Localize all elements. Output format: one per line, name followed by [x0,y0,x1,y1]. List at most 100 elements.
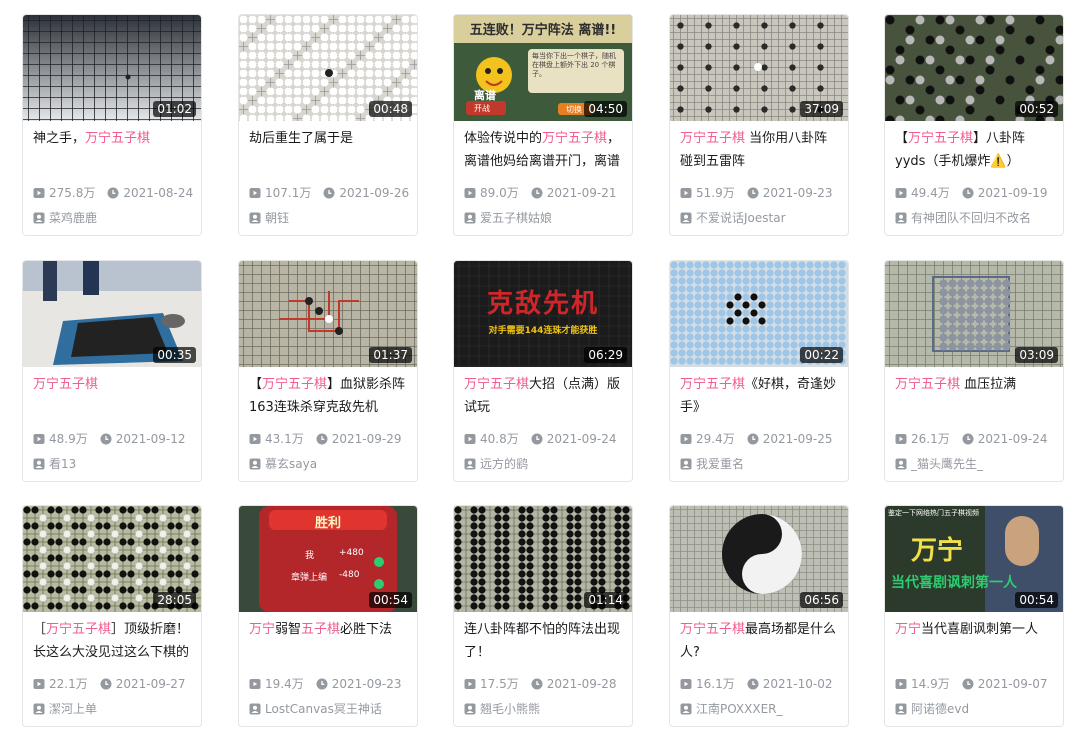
duration-badge: 00:48 [369,101,412,117]
uploader-icon [680,703,696,715]
play-count: 14.9万 [911,677,950,691]
video-title[interactable]: 万宁五子棋 血压拉满 [895,373,1055,419]
upload-date: 2021-09-26 [339,185,410,200]
uploader-name[interactable]: 我爱重名 [696,455,744,472]
uploader-name[interactable]: 潔河上单 [49,700,97,717]
video-title[interactable]: 神之手，万宁五子棋 [33,127,193,173]
video-thumbnail[interactable]: 00:48 [239,15,417,121]
video-thumbnail[interactable]: 28:05 [23,506,201,612]
video-title[interactable]: 连八卦阵都不怕的阵法出现了！ [464,618,624,664]
video-thumbnail[interactable]: 胜利我 +480 章弹上编 -480 00:54 [239,506,417,612]
uploader[interactable]: 爱五子棋姑娘 [464,209,552,226]
video-card[interactable]: 01:14 连八卦阵都不怕的阵法出现了！ 17.5万 2021-09-28 翘毛小熊熊 [453,505,633,727]
uploader[interactable]: 不爱说话Joestar [680,209,786,226]
video-card[interactable]: 胜利我 +480 章弹上编 -480 00:54 万宁弱智五子棋必胜下法 19.4万 2021… [238,505,418,727]
video-title[interactable]: 劫后重生了属于是 [249,127,409,173]
uploader-icon [895,703,911,715]
upload-date: 2021-09-23 [331,676,402,691]
clock-icon [747,433,763,445]
video-stats: 19.4万 2021-09-23 [249,675,401,692]
video-card[interactable]: 01:37 【万宁五子棋】血狱影杀阵163连珠杀穿克敌先机 43.1万 2021-09… [238,260,418,482]
uploader[interactable]: 看13 [33,455,76,472]
uploader[interactable]: 菜鸡鹿鹿 [33,209,97,226]
video-thumbnail[interactable]: 37:09 [670,15,848,121]
video-card[interactable]: 00:35 万宁五子棋 48.9万 2021-09-12 看13 [22,260,202,482]
video-thumbnail[interactable]: 鉴定一下网络热门五子棋视频 万宁 当代喜剧讽刺第一人 00:54 [885,506,1063,612]
video-title[interactable]: 万宁五子棋 当你用八卦阵碰到五雷阵 [680,127,840,173]
uploader[interactable]: 我爱重名 [680,455,744,472]
uploader[interactable]: 潔河上单 [33,700,97,717]
play-count: 16.1万 [696,677,735,691]
video-title[interactable]: 体验传说中的万宁五子棋，离谱他妈给离谱开门，离谱 [464,127,624,173]
uploader-name[interactable]: 远方的鹞 [480,455,528,472]
video-card[interactable]: 37:09 万宁五子棋 当你用八卦阵碰到五雷阵 51.9万 2021-09-23 不爱说… [669,14,849,236]
clock-icon [100,678,116,690]
title-segment: 万宁五子棋 [85,131,151,146]
title-segment: 万宁五子棋 [680,131,746,146]
video-thumbnail[interactable]: 01:02 [23,15,201,121]
video-thumbnail[interactable]: 00:52 [885,15,1063,121]
uploader[interactable]: 有神团队不回归不改名 [895,209,1031,226]
upload-date: 2021-10-02 [762,676,833,691]
video-thumbnail[interactable]: 00:22 [670,261,848,367]
thumb-banner-text: 胜利 [314,516,341,531]
video-card[interactable]: 00:52 【万宁五子棋】八卦阵yyds（手机爆炸⚠️） 49.4万 2021-09-… [884,14,1064,236]
play-count: 43.1万 [265,432,304,446]
clock-icon [316,433,332,445]
play-count: 107.1万 [265,186,312,200]
uploader-name[interactable]: LostCanvas冥王神话 [265,700,382,717]
video-title[interactable]: 万宁五子棋最高场都是什么人? [680,618,840,664]
video-title[interactable]: 【万宁五子棋】八卦阵yyds（手机爆炸⚠️） [895,127,1055,173]
video-card[interactable]: 06:56 万宁五子棋最高场都是什么人? 16.1万 2021-10-02 江南POXX… [669,505,849,727]
video-card[interactable]: 03:09 万宁五子棋 血压拉满 26.1万 2021-09-24 _猫头鹰先生_ [884,260,1064,482]
uploader[interactable]: 远方的鹞 [464,455,528,472]
video-card[interactable]: 鉴定一下网络热门五子棋视频 万宁 当代喜剧讽刺第一人 00:54 万宁当代喜剧讽刺第一人… [884,505,1064,727]
video-title[interactable]: 【万宁五子棋】血狱影杀阵163连珠杀穿克敌先机 [249,373,409,419]
video-card[interactable]: 五连败！万宁阵法 离谱!! 每当你下出一个棋子，随机在棋盘上额外下出 20 个棋子… [453,14,633,236]
video-title[interactable]: ［万宁五子棋］顶级折磨！长这么大没见过这么下棋的 [33,618,193,664]
video-card[interactable]: 00:48 劫后重生了属于是 107.1万 2021-09-26 朝钰 [238,14,418,236]
uploader[interactable]: 朝钰 [249,209,289,226]
play-count-icon [680,678,696,690]
uploader[interactable]: 江南POXXXER_ [680,700,783,717]
video-thumbnail[interactable]: 01:14 [454,506,632,612]
video-card[interactable]: 00:22 万宁五子棋《好棋，奇逢妙手》 29.4万 2021-09-25 我爱重名 [669,260,849,482]
video-thumbnail[interactable]: 00:35 [23,261,201,367]
clock-icon [747,678,763,690]
video-thumbnail[interactable]: 五连败！万宁阵法 离谱!! 每当你下出一个棋子，随机在棋盘上额外下出 20 个棋子… [454,15,632,121]
uploader[interactable]: 阿诺德evd [895,700,969,717]
uploader[interactable]: _猫头鹰先生_ [895,455,983,472]
uploader[interactable]: 翘毛小熊熊 [464,700,540,717]
video-stats: 89.0万 2021-09-21 [464,184,616,201]
video-thumbnail[interactable]: 06:56 [670,506,848,612]
uploader-name[interactable]: 慕玄saya [265,455,317,472]
play-count: 275.8万 [49,186,96,200]
title-segment: 血压拉满 [960,377,1017,392]
uploader-name[interactable]: 爱五子棋姑娘 [480,209,552,226]
video-thumbnail[interactable]: 01:37 [239,261,417,367]
video-title[interactable]: 万宁弱智五子棋必胜下法 [249,618,409,664]
video-title[interactable]: 万宁五子棋大招（点满）版试玩 [464,373,624,419]
video-thumbnail[interactable]: 03:09 [885,261,1063,367]
uploader-name[interactable]: 有神团队不回归不改名 [911,209,1031,226]
uploader[interactable]: LostCanvas冥王神话 [249,700,382,717]
video-stats: 107.1万 2021-09-26 [249,184,409,201]
uploader-name[interactable]: 不爱说话Joestar [696,209,786,226]
uploader-name[interactable]: 看13 [49,455,76,472]
video-card[interactable]: 01:02 神之手，万宁五子棋 275.8万 2021-08-24 菜鸡鹿鹿 [22,14,202,236]
uploader-name[interactable]: 朝钰 [265,209,289,226]
play-count: 40.8万 [480,432,519,446]
uploader-name[interactable]: 阿诺德evd [911,700,969,717]
uploader-name[interactable]: 翘毛小熊熊 [480,700,540,717]
uploader[interactable]: 慕玄saya [249,455,317,472]
uploader-name[interactable]: 江南POXXXER_ [696,700,783,717]
video-card[interactable]: 克敌先机 对手需要144连珠才能获胜 06:29 万宁五子棋大招（点满）版试玩 40.8… [453,260,633,482]
video-thumbnail[interactable]: 克敌先机 对手需要144连珠才能获胜 06:29 [454,261,632,367]
video-title[interactable]: 万宁五子棋《好棋，奇逢妙手》 [680,373,840,419]
video-title[interactable]: 万宁五子棋 [33,373,193,419]
upload-date: 2021-09-28 [546,676,617,691]
uploader-name[interactable]: _猫头鹰先生_ [911,455,983,472]
uploader-name[interactable]: 菜鸡鹿鹿 [49,209,97,226]
video-title[interactable]: 万宁当代喜剧讽刺第一人 [895,618,1055,664]
video-card[interactable]: 28:05 ［万宁五子棋］顶级折磨！长这么大没见过这么下棋的 22.1万 2021-0… [22,505,202,727]
